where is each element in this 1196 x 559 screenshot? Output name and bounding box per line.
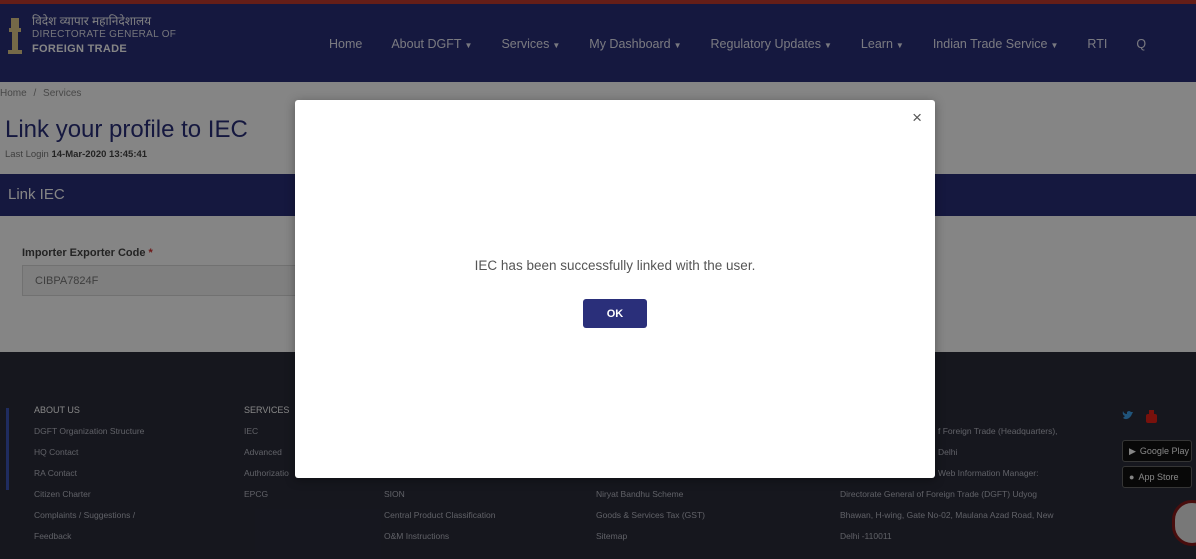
success-dialog: × IEC has been successfully linked with … <box>295 100 935 478</box>
ok-button[interactable]: OK <box>583 299 647 328</box>
success-message: IEC has been successfully linked with th… <box>474 258 756 273</box>
close-icon[interactable]: × <box>912 108 922 128</box>
